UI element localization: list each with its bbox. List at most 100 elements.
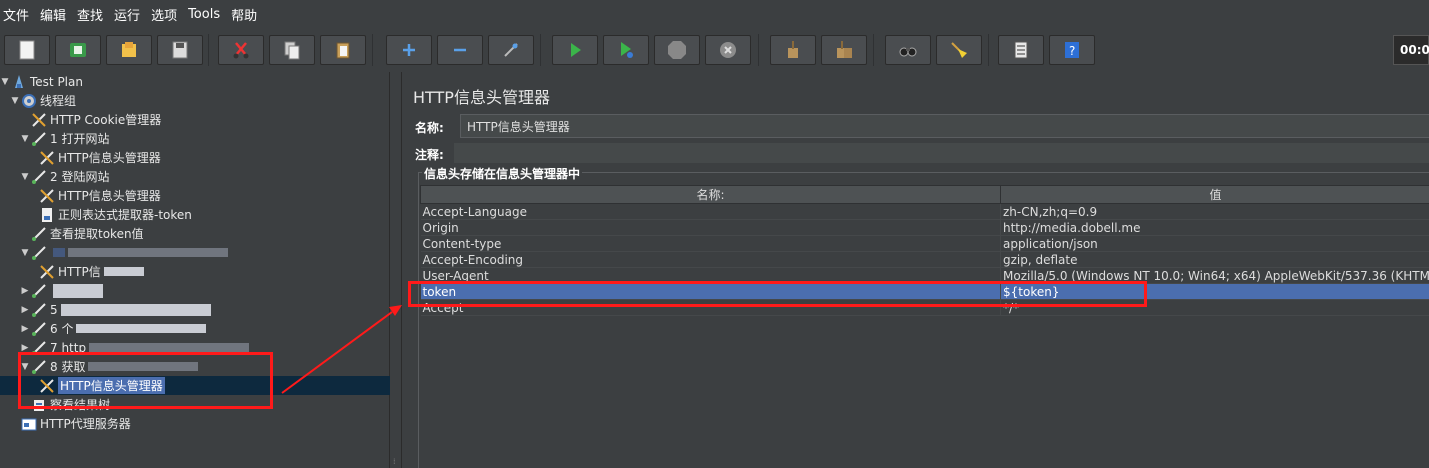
expand-arrow-icon[interactable]: ▶ — [20, 305, 30, 315]
table-row[interactable]: Origin http://media.dobell.me — [420, 219, 1429, 236]
tree-item-test-plan[interactable]: ▼ Test Plan — [0, 72, 390, 91]
header-name-cell[interactable]: User-Agent — [420, 267, 1001, 284]
collapse-arrow-icon[interactable]: ▼ — [20, 134, 30, 144]
header-value-cell[interactable]: application/json — [1000, 235, 1429, 252]
tree-item-label: HTTP信息头管理器 — [58, 151, 161, 165]
reset-search-button[interactable] — [936, 35, 982, 65]
header-name-cell[interactable]: Content-type — [420, 235, 1001, 252]
menu-run[interactable]: 运行 — [110, 5, 147, 24]
tree-item-regex-extractor[interactable]: 正则表达式提取器-token — [0, 205, 390, 224]
tree-item-redacted-header[interactable]: HTTP信 — [0, 262, 390, 281]
menu-options[interactable]: 选项 — [147, 5, 184, 24]
sampler-icon — [30, 282, 48, 300]
test-plan-tree[interactable]: ▼ Test Plan ▼ 线程组 HTTP Cookie管理器 ▼ 1 打开网… — [0, 72, 390, 468]
tree-item-open-site[interactable]: ▼ 1 打开网站 — [0, 129, 390, 148]
tree-item-view-token[interactable]: 查看提取token值 — [0, 224, 390, 243]
tree-item-redacted[interactable]: ▶ 5 — [0, 300, 390, 319]
sampler-icon — [30, 339, 48, 357]
tree-item-header-manager[interactable]: HTTP信息头管理器 — [0, 186, 390, 205]
tree-item-redacted[interactable]: ▶ 7 http — [0, 338, 390, 357]
cut-button[interactable] — [218, 35, 264, 65]
redaction-mark — [76, 324, 207, 333]
expand-arrow-icon[interactable]: ▶ — [20, 324, 30, 334]
toggle-button[interactable] — [488, 35, 534, 65]
collapse-arrow-icon[interactable]: ▼ — [0, 77, 10, 87]
search-button[interactable] — [885, 35, 931, 65]
header-value-cell[interactable]: Mozilla/5.0 (Windows NT 10.0; Win64; x64… — [1000, 267, 1429, 284]
header-value-cell[interactable]: http://media.dobell.me — [1000, 219, 1429, 236]
new-button[interactable] — [4, 35, 50, 65]
menu-tools[interactable]: Tools — [184, 7, 227, 22]
column-header-value[interactable]: 值 — [1000, 185, 1429, 204]
tree-item-label: 正则表达式提取器-token — [58, 208, 192, 222]
table-row[interactable]: Accept-Encoding gzip, deflate — [420, 251, 1429, 268]
header-value-cell[interactable]: gzip, deflate — [1000, 251, 1429, 268]
tree-item-redacted[interactable]: ▼ 8 获取 — [0, 357, 390, 376]
open-icon — [122, 42, 136, 57]
tree-item-redacted[interactable]: ▶ 6 个 — [0, 319, 390, 338]
name-field[interactable] — [460, 114, 1429, 138]
tree-item-thread-group[interactable]: ▼ 线程组 — [0, 91, 390, 110]
comment-field[interactable] — [454, 143, 1429, 163]
menu-file[interactable]: 文件 — [0, 5, 36, 24]
templates-button[interactable] — [55, 35, 101, 65]
headers-table[interactable]: 名称: 值 Accept-Language zh-CN,zh;q=0.9 Ori… — [420, 185, 1429, 316]
table-row[interactable]: Content-type application/json — [420, 235, 1429, 252]
start-no-pauses-button[interactable] — [603, 35, 649, 65]
help-button[interactable]: ? — [1049, 35, 1095, 65]
header-name-cell[interactable]: Origin — [420, 219, 1001, 236]
table-row[interactable]: Accept */* — [420, 299, 1429, 316]
column-header-name[interactable]: 名称: — [420, 185, 1001, 204]
tree-item-header-manager[interactable]: HTTP信息头管理器 — [0, 148, 390, 167]
collapse-arrow-icon[interactable]: ▼ — [20, 362, 30, 372]
expand-arrow-icon[interactable]: ▶ — [20, 286, 30, 296]
sampler-icon — [30, 225, 48, 243]
expand-button[interactable] — [386, 35, 432, 65]
tree-item-login-site[interactable]: ▼ 2 登陆网站 — [0, 167, 390, 186]
tree-item-redacted[interactable]: ▼ — [0, 243, 390, 262]
header-value-cell[interactable]: zh-CN,zh;q=0.9 — [1000, 203, 1429, 220]
shutdown-button[interactable] — [705, 35, 751, 65]
editor-panel: HTTP信息头管理器 名称: 注释: 信息头存储在信息头管理器中 名称: 值 A… — [401, 72, 1429, 468]
header-value-cell[interactable]: */* — [1000, 299, 1429, 316]
collapse-arrow-icon[interactable]: ▼ — [20, 248, 30, 258]
panel-splitter[interactable]: ⁞ — [390, 72, 400, 468]
tree-item-header-manager-selected[interactable]: HTTP信息头管理器 — [0, 376, 390, 395]
collapse-arrow-icon[interactable]: ▼ — [10, 96, 20, 106]
start-button[interactable] — [552, 35, 598, 65]
function-helper-button[interactable] — [998, 35, 1044, 65]
clear-all-button[interactable] — [821, 35, 867, 65]
sampler-icon — [30, 130, 48, 148]
menu-search[interactable]: 查找 — [73, 5, 110, 24]
collapse-button[interactable] — [437, 35, 483, 65]
save-button[interactable] — [157, 35, 203, 65]
clear-button[interactable] — [770, 35, 816, 65]
tree-item-result-tree[interactable]: 察看结果树 — [0, 395, 390, 414]
collapse-arrow-icon[interactable]: ▼ — [20, 172, 30, 182]
expand-arrow-icon[interactable]: ▶ — [20, 343, 30, 353]
header-name-cell[interactable]: Accept — [420, 299, 1001, 316]
tree-item-proxy-server[interactable]: HTTP代理服务器 — [0, 414, 390, 433]
tree-item-label: HTTP Cookie管理器 — [50, 113, 162, 127]
copy-button[interactable] — [269, 35, 315, 65]
open-button[interactable] — [106, 35, 152, 65]
table-row[interactable]: User-Agent Mozilla/5.0 (Windows NT 10.0;… — [420, 267, 1429, 284]
tree-item-label: 线程组 — [40, 94, 77, 108]
thread-group-icon — [20, 92, 38, 110]
header-name-cell[interactable]: token — [420, 283, 1001, 300]
tree-item-cookie-manager[interactable]: HTTP Cookie管理器 — [0, 110, 390, 129]
header-name-cell[interactable]: Accept-Encoding — [420, 251, 1001, 268]
toggle-icon — [504, 43, 518, 57]
table-row-selected[interactable]: token ${token} — [420, 283, 1429, 300]
tree-item-label: HTTP信息头管理器 — [58, 377, 165, 394]
redaction-mark — [53, 248, 65, 257]
stop-button[interactable] — [654, 35, 700, 65]
stop-icon — [668, 41, 686, 59]
header-name-cell[interactable]: Accept-Language — [420, 203, 1001, 220]
paste-button[interactable] — [320, 35, 366, 65]
table-row[interactable]: Accept-Language zh-CN,zh;q=0.9 — [420, 203, 1429, 220]
menu-edit[interactable]: 编辑 — [36, 5, 73, 24]
menu-help[interactable]: 帮助 — [227, 5, 264, 24]
header-value-cell[interactable]: ${token} — [1000, 283, 1429, 300]
tree-item-redacted[interactable]: ▶ — [0, 281, 390, 300]
